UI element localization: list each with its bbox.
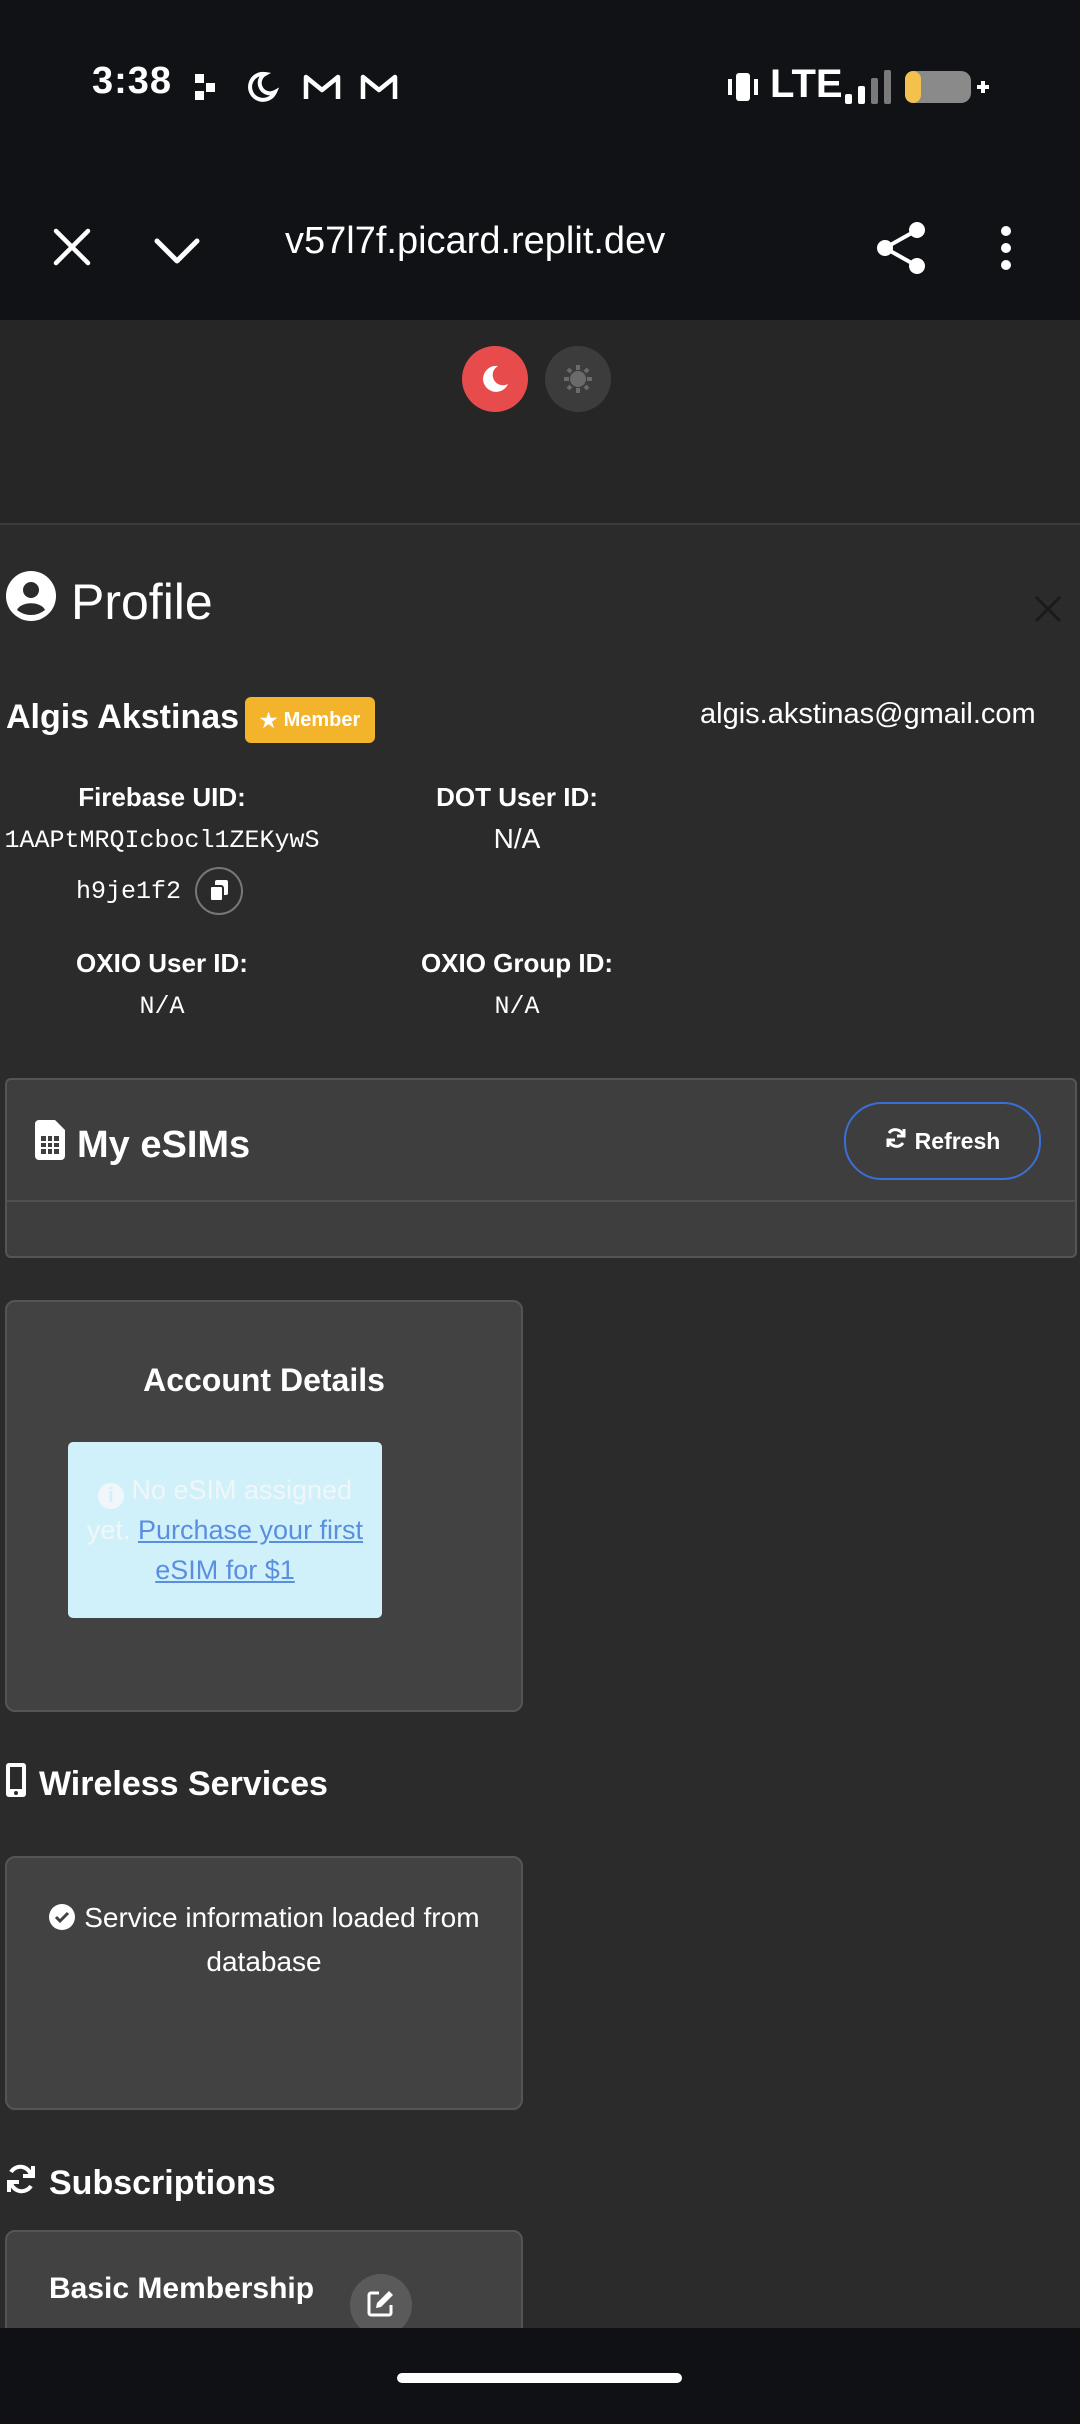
network-type: LTE — [770, 62, 843, 106]
home-gesture-handle[interactable] — [397, 2373, 682, 2383]
status-time: 3:38 — [92, 60, 173, 102]
oxio-group-id-label: OXIO Group ID: — [420, 948, 614, 978]
share-icon[interactable] — [875, 220, 927, 281]
firebase-uid-row2: h9je1f2 — [76, 867, 244, 915]
firebase-uid-value-cont: h9je1f2 — [76, 876, 182, 906]
info-icon: i — [97, 1483, 124, 1509]
member-badge: ★ Member — [245, 697, 375, 743]
refresh-button[interactable]: Refresh — [844, 1102, 1041, 1180]
subscriptions-heading: Subscriptions — [5, 2163, 276, 2204]
subscription-card: Basic Membership — [5, 2230, 523, 2328]
dot-user-id-label: DOT User ID: — [436, 782, 598, 812]
esims-card: My eSIMs Refresh — [5, 1078, 1077, 1258]
web-page: Profile Algis Akstinas ★ Member algis.ak… — [0, 320, 1080, 2328]
gmail-icon — [303, 70, 341, 104]
user-email: algis.akstinas@gmail.com — [700, 698, 1036, 730]
system-navigation-bar — [0, 2328, 1080, 2424]
profile-heading: Profile — [5, 570, 213, 634]
copy-icon[interactable] — [195, 867, 244, 915]
close-profile-icon[interactable] — [1033, 585, 1063, 635]
dot-user-id-value: N/A — [493, 823, 541, 854]
esims-heading: My eSIMs — [35, 1120, 250, 1170]
signal-icon — [845, 70, 893, 104]
more-vert-icon[interactable] — [998, 225, 1014, 276]
wireless-status-message: Service information loaded from database — [27, 1898, 501, 1982]
oxio-group-id-value: N/A — [494, 992, 540, 1021]
edit-subscription-button[interactable] — [350, 2274, 412, 2328]
esims-title: My eSIMs — [77, 1123, 251, 1166]
wireless-services-card: Service information loaded from database — [5, 1856, 523, 2110]
vibrate-icon — [725, 70, 761, 104]
dark-mode-toggle[interactable] — [462, 346, 528, 412]
status-bar: 3:38 LTE — [0, 0, 1080, 175]
do-not-disturb-moon-icon — [245, 70, 279, 104]
refresh-label: Refresh — [914, 1127, 1001, 1154]
chevron-down-icon[interactable] — [153, 235, 201, 270]
edit-icon — [365, 2287, 397, 2324]
battery-icon — [905, 70, 989, 104]
divider — [7, 1200, 1075, 1202]
account-details-card: Account Details i No eSIM assigned yet. … — [5, 1300, 523, 1712]
close-icon[interactable] — [52, 227, 92, 272]
mobile-phone-icon — [5, 1762, 27, 1807]
wireless-services-title: Wireless Services — [39, 1765, 328, 1803]
theme-toggle-bar — [0, 320, 1080, 525]
user-circle-icon — [5, 570, 57, 634]
account-details-title: Account Details — [143, 1362, 385, 1398]
gmail-icon — [360, 70, 398, 104]
oxio-user-id-label: OXIO User ID: — [76, 948, 248, 978]
profile-title: Profile — [71, 574, 213, 630]
user-name: Algis Akstinas — [6, 698, 240, 736]
check-circle-icon — [48, 1902, 76, 1942]
plan-name: Basic Membership — [49, 2272, 315, 2305]
member-badge-label: Member — [283, 708, 361, 731]
wireless-services-heading: Wireless Services — [5, 1762, 328, 1807]
star-icon: ★ — [259, 709, 278, 732]
subscriptions-title: Subscriptions — [49, 2164, 276, 2202]
no-esim-notice: i No eSIM assigned yet. Purchase your fi… — [68, 1442, 382, 1618]
light-mode-toggle[interactable] — [545, 346, 611, 412]
firebase-uid-label: Firebase UID: — [78, 782, 246, 812]
sync-icon — [5, 2163, 37, 2204]
url-field[interactable]: v57l7f.picard.replit.dev — [285, 220, 665, 263]
notification-dots-icon — [195, 70, 217, 104]
oxio-user-id-value: N/A — [139, 992, 185, 1021]
sim-card-icon — [35, 1120, 65, 1170]
purchase-esim-link[interactable]: Purchase your first eSIM for $1 — [138, 1515, 363, 1585]
sync-icon — [885, 1127, 907, 1155]
firebase-uid-value: 1AAPtMRQIcbocl1ZEKywS — [4, 826, 320, 855]
wireless-status-text: Service information loaded from database — [84, 1902, 480, 1977]
